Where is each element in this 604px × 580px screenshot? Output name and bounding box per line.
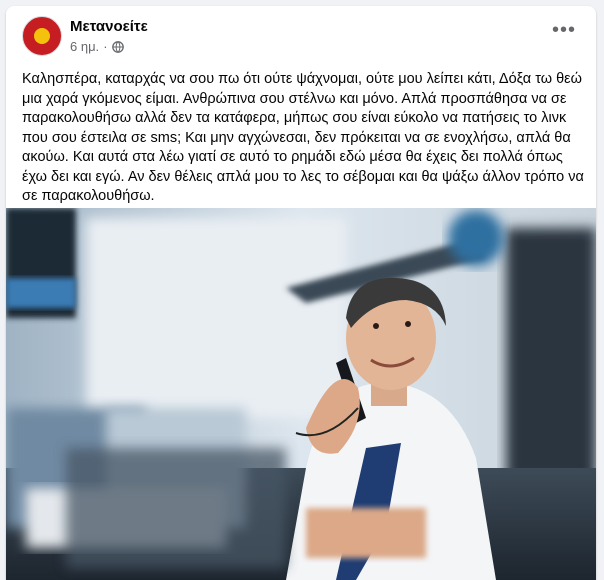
post-meta: 6 ημ. · — [70, 39, 124, 54]
post-timestamp[interactable]: 6 ημ. — [70, 39, 99, 54]
more-options-button[interactable]: ••• — [550, 20, 578, 48]
post-photo[interactable] — [6, 208, 596, 580]
globe-icon — [111, 40, 124, 53]
post-header: Μετανοείτε 6 ημ. · ••• — [6, 6, 596, 64]
page-name-link[interactable]: Μετανοείτε — [70, 18, 148, 35]
post-text: Καλησπέρα, καταρχάς να σου πω ότι ούτε ψ… — [22, 71, 584, 204]
meta-separator: · — [103, 39, 108, 54]
more-options-icon: ••• — [551, 19, 576, 41]
page-avatar[interactable] — [22, 16, 62, 56]
post-card: Μετανοείτε 6 ημ. · ••• Καλησπέρα, καταρχ… — [6, 6, 596, 580]
